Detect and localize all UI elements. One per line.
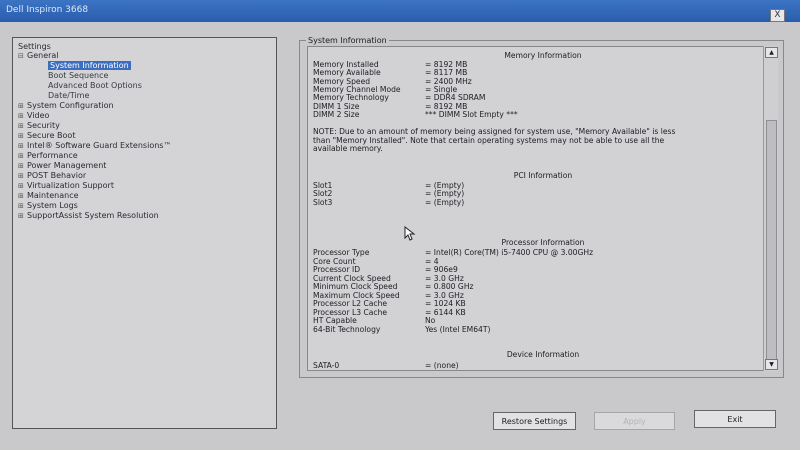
exit-button[interactable]: Exit <box>694 410 776 428</box>
memory-heading: Memory Information <box>504 51 582 60</box>
tree-item-16[interactable]: ⊞ SupportAssist System Resolution <box>18 211 159 221</box>
expander-icon[interactable]: ⊞ <box>18 201 27 211</box>
tree-item-label: General <box>27 51 59 60</box>
restore-settings-button[interactable]: Restore Settings <box>493 412 576 430</box>
tree-item-11[interactable]: ⊞ Power Management <box>18 161 106 171</box>
expander-icon[interactable]: ⊞ <box>18 151 27 161</box>
info-value: = Intel(R) Core(TM) i5-7400 CPU @ 3.00GH… <box>425 248 594 257</box>
tree-item-3[interactable]: Advanced Boot Options <box>48 81 142 91</box>
expander-icon[interactable]: ⊞ <box>18 161 27 171</box>
tree-item-10[interactable]: ⊞ Performance <box>18 151 78 161</box>
expander-icon[interactable]: ⊞ <box>18 101 27 111</box>
tree-item-label: System Information <box>48 61 131 70</box>
info-value: *** DIMM Slot Empty *** <box>425 109 518 119</box>
info-value: = (none) <box>425 361 459 370</box>
apply-button[interactable]: Apply <box>594 412 675 430</box>
info-value: = (Empty) <box>425 197 465 207</box>
processor-heading: Processor Information <box>501 238 585 247</box>
tree-item-label: Date/Time <box>48 91 90 100</box>
tree-item-label: Video <box>27 111 50 120</box>
tree-item-8[interactable]: ⊞ Secure Boot <box>18 131 75 141</box>
vertical-scrollbar[interactable]: ▲ ▼ <box>763 46 778 371</box>
info-scroll-area[interactable]: Memory Information Memory Installed = 8192… <box>307 46 777 371</box>
expander-icon[interactable]: ⊞ <box>18 171 27 181</box>
info-label: Slot3 <box>313 197 333 207</box>
expander-icon[interactable]: ⊞ <box>18 141 27 151</box>
tree-item-label: Security <box>27 121 60 130</box>
tree-header: Settings <box>18 42 51 51</box>
title-bar: Dell Inspiron 3668 <box>0 0 800 22</box>
settings-tree: Settings ⊟ General System Information Boot … <box>12 37 277 429</box>
tree-item-label: POST Behavior <box>27 171 87 180</box>
tree-item-14[interactable]: ⊞ Maintenance <box>18 191 79 201</box>
tree-item-label: Advanced Boot Options <box>48 81 142 90</box>
scroll-up-button[interactable]: ▲ <box>765 47 778 58</box>
tree-item-label: Virtualization Support <box>27 181 114 190</box>
expander-icon[interactable]: ⊞ <box>18 211 27 221</box>
window-title: Dell Inspiron 3668 <box>6 5 89 15</box>
tree-item-9[interactable]: ⊞ Intel® Software Guard Extensions™ <box>18 141 171 151</box>
tree-item-7[interactable]: ⊞ Security <box>18 121 60 131</box>
info-label: DIMM 2 Size <box>313 109 360 119</box>
scroll-thumb[interactable] <box>766 120 777 362</box>
close-button[interactable]: X <box>770 9 785 22</box>
tree-item-1[interactable]: System Information <box>48 61 131 71</box>
expander-icon[interactable]: ⊞ <box>18 191 27 201</box>
expander-icon[interactable]: ⊞ <box>18 181 27 191</box>
tree-item-0[interactable]: ⊟ General <box>18 51 59 61</box>
expander-icon[interactable]: ⊞ <box>18 121 27 131</box>
mouse-cursor-icon <box>404 226 416 241</box>
tree-item-label: Boot Sequence <box>48 71 109 80</box>
device-heading: Device Information <box>506 350 580 359</box>
tree-item-label: Power Management <box>27 161 107 170</box>
tree-item-13[interactable]: ⊞ Virtualization Support <box>18 181 114 191</box>
pci-heading: PCI Information <box>513 171 573 180</box>
tree-item-15[interactable]: ⊞ System Logs <box>18 201 78 211</box>
tree-item-label: System Configuration <box>27 101 114 110</box>
tree-item-5[interactable]: ⊞ System Configuration <box>18 101 114 111</box>
expander-icon[interactable]: ⊟ <box>18 51 27 61</box>
tree-item-label: Secure Boot <box>27 131 76 140</box>
tree-item-label: SupportAssist System Resolution <box>27 211 159 220</box>
tree-item-label: Performance <box>27 151 78 160</box>
info-value: Yes (Intel EM64T) <box>425 324 491 334</box>
expander-icon[interactable]: ⊞ <box>18 131 27 141</box>
tree-item-label: Intel® Software Guard Extensions™ <box>27 141 172 150</box>
tree-item-6[interactable]: ⊞ Video <box>18 111 49 121</box>
info-label: SATA-0 <box>313 361 340 370</box>
expander-icon[interactable]: ⊞ <box>18 111 27 121</box>
tree-item-4[interactable]: Date/Time <box>48 91 89 101</box>
scroll-down-button[interactable]: ▼ <box>765 359 778 370</box>
tree-item-12[interactable]: ⊞ POST Behavior <box>18 171 86 181</box>
panel-title: System Information <box>306 36 389 45</box>
tree-item-label: System Logs <box>27 201 78 210</box>
tree-item-2[interactable]: Boot Sequence <box>48 71 108 81</box>
memory-note-line: available memory. <box>313 144 383 153</box>
tree-item-label: Maintenance <box>27 191 79 200</box>
info-label: 64-Bit Technology <box>313 324 381 334</box>
